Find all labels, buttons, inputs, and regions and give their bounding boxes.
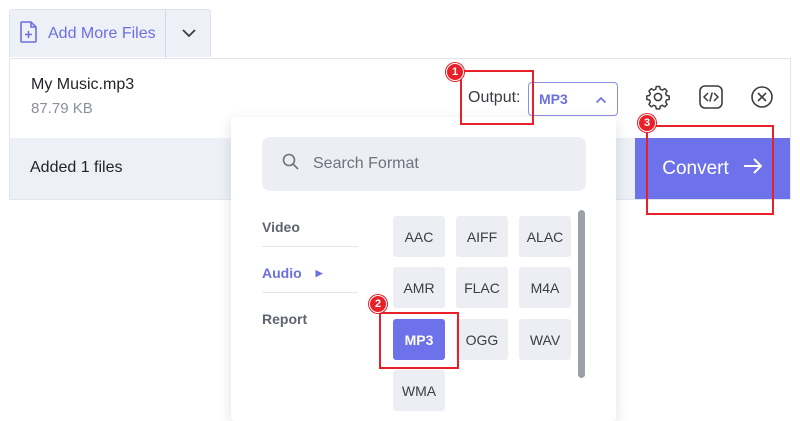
add-files-split-button: Add More Files <box>9 9 211 58</box>
add-files-dropdown-button[interactable] <box>166 10 211 58</box>
chevron-up-icon <box>595 91 607 107</box>
format-option-m4a[interactable]: M4A <box>519 267 571 308</box>
divider <box>262 246 358 247</box>
category-video[interactable]: Video <box>262 219 300 235</box>
category-report[interactable]: Report <box>262 311 307 327</box>
category-audio-label: Audio <box>262 265 302 281</box>
gear-icon <box>645 84 671 115</box>
code-icon <box>698 84 724 115</box>
highlight-convert-button <box>646 125 774 215</box>
format-search-input[interactable] <box>311 154 555 174</box>
output-format-value: MP3 <box>539 91 568 107</box>
add-more-files-label: Add More Files <box>48 25 156 42</box>
format-option-amr[interactable]: AMR <box>393 267 445 308</box>
added-files-count: Added 1 files <box>30 159 123 176</box>
highlight-output-format <box>460 70 534 125</box>
output-format-select[interactable]: MP3 <box>528 82 618 116</box>
embed-code-button[interactable] <box>697 84 725 115</box>
format-list-scrollbar[interactable] <box>578 210 585 378</box>
settings-button[interactable] <box>644 85 672 113</box>
chevron-down-icon <box>181 25 197 43</box>
remove-file-button[interactable] <box>748 85 776 113</box>
close-circle-icon <box>749 84 775 115</box>
format-option-aac[interactable]: AAC <box>393 216 445 257</box>
step-badge-3: 3 <box>638 114 656 132</box>
highlight-mp3-option <box>379 312 459 369</box>
format-option-flac[interactable]: FLAC <box>456 267 508 308</box>
search-icon <box>282 153 299 175</box>
step-badge-2: 2 <box>369 295 387 313</box>
format-option-ogg[interactable]: OGG <box>456 319 508 360</box>
format-option-aiff[interactable]: AIFF <box>456 216 508 257</box>
file-name: My Music.mp3 <box>31 76 135 93</box>
divider <box>262 292 358 293</box>
format-option-wma[interactable]: WMA <box>393 370 445 411</box>
category-audio[interactable]: Audio ▶ <box>262 265 323 281</box>
file-plus-icon <box>19 20 39 48</box>
file-size: 87.79 KB <box>31 100 93 117</box>
add-more-files-button[interactable]: Add More Files <box>10 10 165 58</box>
format-option-alac[interactable]: ALAC <box>519 216 571 257</box>
format-option-wav[interactable]: WAV <box>519 319 571 360</box>
step-badge-1: 1 <box>446 63 464 81</box>
caret-right-icon: ▶ <box>315 268 323 278</box>
format-search-box[interactable] <box>262 137 586 191</box>
